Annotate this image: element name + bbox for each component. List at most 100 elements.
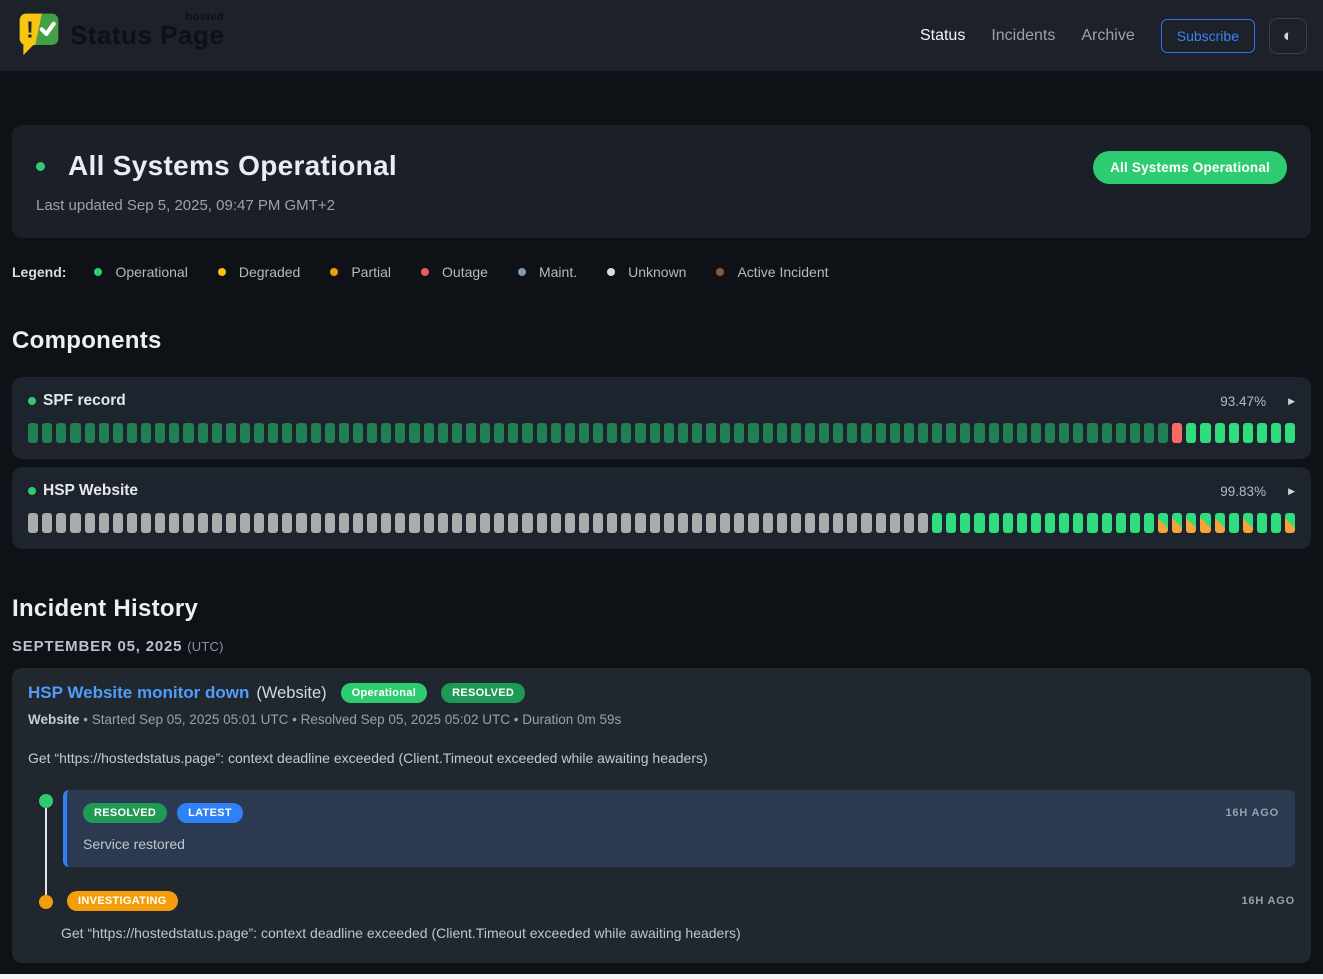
timeline-message: Get “https://hostedstatus.page”: context… <box>61 925 1295 941</box>
uptime-bar-unknown <box>339 513 349 533</box>
status-dot-icon <box>330 268 338 276</box>
uptime-bar-op_old <box>522 423 532 443</box>
timeline-status-badge: LATEST <box>177 803 243 823</box>
incident-title-link[interactable]: HSP Website monitor down <box>28 683 249 703</box>
status-dot-icon <box>518 268 526 276</box>
uptime-bar-op_old <box>551 423 561 443</box>
main-nav: Status Incidents Archive <box>920 27 1135 45</box>
timeline-dot <box>39 794 53 808</box>
uptime-bar-op_old <box>42 423 52 443</box>
incident-history-heading: Incident History <box>12 595 1311 623</box>
uptime-bar-partial <box>1200 513 1210 533</box>
uptime-bar-unknown <box>805 513 815 533</box>
nav-incidents[interactable]: Incidents <box>991 27 1055 45</box>
uptime-bar-op_old <box>805 423 815 443</box>
uptime-bar-op <box>1285 423 1295 443</box>
status-dot-icon <box>421 268 429 276</box>
uptime-bar-unknown <box>409 513 419 533</box>
expand-arrow-icon[interactable]: ▶ <box>1288 486 1295 497</box>
uptime-bar-op_old <box>1116 423 1126 443</box>
uptime-bar-unknown <box>226 513 236 533</box>
legend-item-label: Maint. <box>539 264 577 280</box>
uptime-bar-unknown <box>692 513 702 533</box>
brand-name: hosted Status Page <box>70 20 224 51</box>
uptime-bar-op_old <box>1045 423 1055 443</box>
uptime-bar-op <box>1003 513 1013 533</box>
uptime-bar-op_old <box>480 423 490 443</box>
uptime-bar-partial <box>1172 513 1182 533</box>
uptime-bar-unknown <box>593 513 603 533</box>
uptime-bar-op <box>1073 513 1083 533</box>
timeline-status-badge: RESOLVED <box>83 803 167 823</box>
legend-item-label: Partial <box>351 264 391 280</box>
components-heading: Components <box>12 327 1311 355</box>
component-card: HSP Website99.83%▶ <box>12 467 1311 549</box>
uptime-bar-unknown <box>438 513 448 533</box>
legend-item: Maint. <box>518 264 577 280</box>
uptime-bar-op_old <box>28 423 38 443</box>
uptime-bar-op_old <box>367 423 377 443</box>
brand[interactable]: ! hosted Status Page <box>16 8 224 63</box>
uptime-bar-op_old <box>1031 423 1041 443</box>
uptime-bar-op <box>974 513 984 533</box>
uptime-bar-op_old <box>537 423 547 443</box>
timeline-entry: RESOLVEDLATEST16H AGOService restored <box>28 790 1295 867</box>
uptime-bar-op_old <box>1158 423 1168 443</box>
legend-items: OperationalDegradedPartialOutageMaint.Un… <box>94 264 858 280</box>
uptime-bar-op_old <box>381 423 391 443</box>
last-updated-text: Last updated Sep 5, 2025, 09:47 PM GMT+2 <box>36 197 1287 214</box>
uptime-bar-unknown <box>325 513 335 533</box>
theme-toggle-button[interactable]: ◐ <box>1269 18 1307 54</box>
subscribe-button[interactable]: Subscribe <box>1161 19 1255 53</box>
uptime-bar-unknown <box>678 513 688 533</box>
legend-item-label: Active Incident <box>737 264 828 280</box>
timeline-timestamp: 16H AGO <box>1242 895 1295 907</box>
uptime-bar-op_old <box>650 423 660 443</box>
legend-item-label: Degraded <box>239 264 301 280</box>
uptime-bar-op_old <box>748 423 758 443</box>
uptime-bar-op <box>960 513 970 533</box>
uptime-bar-op_old <box>85 423 95 443</box>
incident-card: HSP Website monitor down (Website) Opera… <box>12 668 1311 963</box>
uptime-bar-op_old <box>1073 423 1083 443</box>
uptime-bar-op_old <box>353 423 363 443</box>
timeline-dot <box>39 895 53 909</box>
uptime-bar-op_old <box>706 423 716 443</box>
svg-text:!: ! <box>26 17 34 43</box>
uptime-bar-unknown <box>847 513 857 533</box>
incident-date-text: SEPTEMBER 05, 2025 <box>12 638 182 655</box>
uptime-bar-unknown <box>890 513 900 533</box>
uptime-bar-op_old <box>311 423 321 443</box>
uptime-bar-op_old <box>819 423 829 443</box>
nav-archive[interactable]: Archive <box>1081 27 1134 45</box>
expand-arrow-icon[interactable]: ▶ <box>1288 396 1295 407</box>
uptime-bar-op <box>1031 513 1041 533</box>
uptime-bar-op_old <box>325 423 335 443</box>
uptime-bar-op_old <box>70 423 80 443</box>
component-list: SPF record93.47%▶HSP Website99.83%▶ <box>12 377 1311 549</box>
uptime-bar-op_old <box>198 423 208 443</box>
incident-date-suffix: (UTC) <box>187 639 223 654</box>
uptime-bar-op <box>1271 513 1281 533</box>
uptime-bar-op_old <box>734 423 744 443</box>
uptime-bar-unknown <box>537 513 547 533</box>
uptime-bar-op_old <box>720 423 730 443</box>
status-dot-icon <box>716 268 724 276</box>
uptime-bar-unknown <box>720 513 730 533</box>
overall-status-dot <box>36 162 45 171</box>
uptime-bar-unknown <box>28 513 38 533</box>
uptime-bar-op_old <box>974 423 984 443</box>
uptime-bar-op_old <box>876 423 886 443</box>
uptime-bar-op_old <box>960 423 970 443</box>
uptime-bar-op_old <box>1130 423 1140 443</box>
uptime-bars <box>28 513 1295 533</box>
component-uptime: 93.47% <box>1220 394 1266 409</box>
nav-status[interactable]: Status <box>920 27 965 45</box>
uptime-bar-unknown <box>424 513 434 533</box>
uptime-bar-op_old <box>579 423 589 443</box>
incident-meta-rest: • Started Sep 05, 2025 05:01 UTC • Resol… <box>80 712 622 727</box>
uptime-bar-op_old <box>282 423 292 443</box>
uptime-bar-unknown <box>240 513 250 533</box>
overall-status-badge: All Systems Operational <box>1093 151 1287 184</box>
uptime-bar-unknown <box>876 513 886 533</box>
